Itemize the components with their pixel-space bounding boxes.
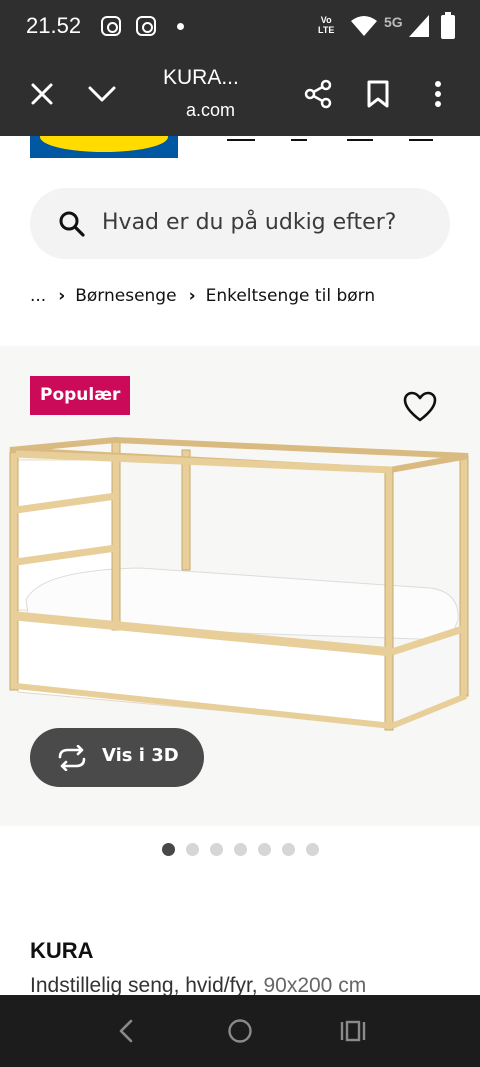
volte-icon: Vo LTE [318, 15, 335, 35]
navigation-bar [0, 995, 480, 1067]
chevron-right-icon: › [188, 286, 196, 306]
close-icon [31, 83, 53, 105]
carousel-dot[interactable] [186, 843, 199, 856]
carousel-dot[interactable] [282, 843, 295, 856]
status-time: 21.52 [26, 13, 82, 38]
status-bar: 21.52 Vo LTE 5G [0, 0, 480, 52]
ikea-logo[interactable] [30, 136, 178, 158]
recents-button[interactable] [333, 1013, 373, 1049]
home-icon [228, 1019, 252, 1043]
signal-icon [409, 15, 429, 37]
bookmark-button[interactable] [356, 72, 400, 116]
back-button[interactable] [106, 1013, 146, 1049]
breadcrumb-item[interactable]: Enkeltsenge til børn [206, 286, 376, 306]
popular-badge: Populær [30, 376, 131, 415]
instagram-icon [101, 16, 121, 36]
page-title: KURA... [163, 66, 239, 89]
browser-toolbar: KURA... ikea.com [0, 52, 480, 136]
view-3d-label: Vis i 3D [102, 745, 179, 766]
more-options-button[interactable] [416, 72, 460, 116]
carousel-dot[interactable] [162, 843, 175, 856]
carousel-dot[interactable] [258, 843, 271, 856]
notification-dot-icon [177, 23, 184, 30]
bookmark-icon [367, 80, 389, 108]
breadcrumb: ... › Børnesenge › Enkeltsenge til børn [30, 286, 375, 306]
more-vert-icon [435, 81, 441, 107]
minimize-button[interactable] [80, 72, 124, 116]
carousel-dot[interactable] [306, 843, 319, 856]
header-icons [225, 136, 435, 142]
page-domain: ikea.com [163, 100, 236, 120]
cart-icon[interactable] [347, 136, 373, 141]
instagram-icon [136, 16, 156, 36]
search-placeholder: Hvad er du på udkig efter? [102, 210, 397, 235]
battery-icon [441, 12, 455, 39]
product-name: KURA [30, 938, 94, 963]
back-icon [119, 1019, 133, 1043]
3d-rotate-icon [58, 745, 86, 771]
recents-icon [340, 1020, 366, 1042]
share-button[interactable] [296, 72, 340, 116]
chevron-down-icon [88, 86, 116, 102]
wishlist-icon[interactable] [291, 136, 307, 141]
bed-image [9, 436, 469, 731]
search-input[interactable]: Hvad er du på udkig efter? [30, 188, 450, 259]
breadcrumb-item[interactable]: Børnesenge [75, 286, 176, 306]
view-3d-button[interactable]: Vis i 3D [30, 728, 204, 787]
account-icon[interactable] [227, 136, 255, 141]
home-button[interactable] [220, 1013, 260, 1049]
search-icon [59, 211, 85, 237]
network-type-label: 5G [384, 14, 403, 30]
wifi-icon [351, 16, 377, 36]
heart-icon[interactable] [402, 390, 438, 424]
chevron-right-icon: › [58, 286, 66, 306]
close-button[interactable] [20, 72, 64, 116]
share-icon [304, 79, 332, 109]
breadcrumb-ellipsis[interactable]: ... [30, 286, 46, 306]
carousel-dot[interactable] [210, 843, 223, 856]
product-size: 90x200 cm [263, 974, 367, 997]
menu-icon[interactable] [409, 136, 433, 141]
carousel-dot[interactable] [234, 843, 247, 856]
